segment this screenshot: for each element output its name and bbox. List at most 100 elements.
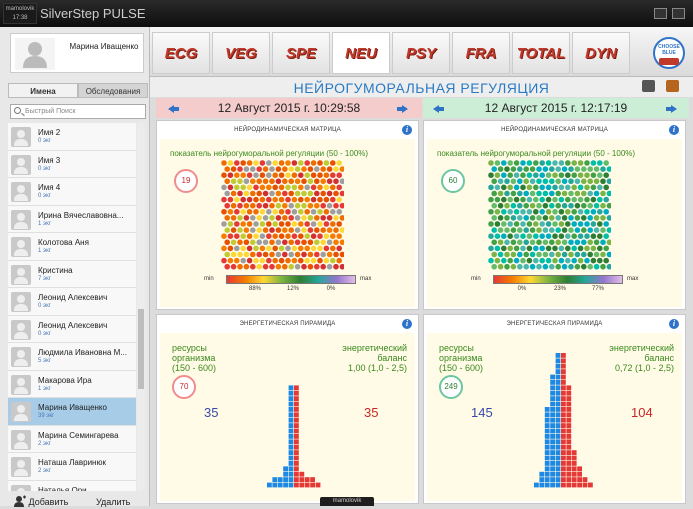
patient-item[interactable]: Леонид Алексевич 0 экг — [8, 288, 136, 316]
pyramid-red-cell — [561, 363, 566, 369]
patient-item[interactable]: Марина Иващенко 39 экг — [8, 398, 136, 426]
next-arrow-icon[interactable] — [397, 105, 408, 113]
pyramid-blue-cell — [544, 471, 550, 477]
patient-item[interactable]: Имя 40 экг — [8, 178, 136, 206]
matrix-cell — [507, 208, 514, 215]
tab-spe[interactable]: SPE — [272, 32, 330, 74]
matrix-cell — [332, 226, 340, 234]
patient-item[interactable]: Наташа Лавринюк 2 экг — [8, 453, 136, 481]
matrix-cell — [335, 172, 343, 179]
matrix-cell — [262, 251, 269, 258]
patient-item[interactable]: Наталья Ори... — [8, 481, 136, 491]
panel-header: НЕЙРОДИНАМИЧЕСКАЯ МАТРИЦА — [234, 127, 341, 133]
patient-item[interactable]: Макарова Ира 1 экг — [8, 371, 136, 398]
matrix-cell — [284, 196, 292, 203]
matrix-cell — [291, 257, 298, 264]
tab-veg[interactable]: VEG — [212, 32, 270, 74]
info-icon[interactable]: i — [669, 319, 679, 329]
matrix-cell — [329, 172, 337, 179]
delete-patient-button[interactable]: Удалить — [96, 495, 130, 509]
matrix-cell — [596, 245, 604, 252]
matrix-cell — [265, 159, 272, 167]
patient-item[interactable]: Людмила Ивановна М... 5 экг — [8, 343, 136, 371]
matrix-cell — [272, 172, 279, 179]
matrix-cell — [564, 245, 572, 252]
next-arrow-icon[interactable] — [666, 105, 677, 113]
profile-card[interactable]: Марина Иващенко — [10, 33, 144, 73]
matrix-cell — [583, 184, 591, 191]
hex-matrix — [220, 159, 344, 270]
book-icon[interactable] — [666, 80, 679, 92]
matrix-cell — [529, 165, 536, 173]
matrix-cell — [272, 208, 279, 215]
matrix-cell — [252, 208, 260, 215]
matrix-cell — [558, 208, 565, 215]
matrix-cell — [220, 220, 228, 228]
tab-dyn[interactable]: DYN — [572, 32, 630, 74]
matrix-cell — [265, 208, 272, 215]
right-date: 12 Август 2015 г. 12:17:19 — [484, 101, 628, 115]
patient-item[interactable]: Марина Семингарева 2 экг — [8, 426, 136, 453]
search-input[interactable]: Быстрый Поиск — [10, 104, 146, 119]
matrix-cell — [335, 220, 343, 228]
pyramid-red-cell — [566, 390, 572, 396]
matrix-cell — [316, 232, 324, 240]
pyramid-red-cell — [294, 401, 299, 407]
tab-ecg[interactable]: ECG — [152, 32, 210, 74]
tab-neu[interactable]: NEU — [332, 32, 390, 74]
patient-item[interactable]: Имя 30 экг — [8, 151, 136, 178]
pyramid-red-cell — [577, 482, 582, 488]
matrix-cell — [294, 178, 301, 185]
tab-psy[interactable]: PSY — [392, 32, 450, 74]
tab-fra[interactable]: FRA — [452, 32, 510, 74]
matrix-cell — [564, 208, 572, 215]
matrix-cell — [227, 196, 234, 203]
pyramid-red-cell — [566, 417, 572, 423]
matrix-cell — [246, 245, 253, 252]
scrollbar[interactable] — [137, 123, 145, 491]
app-title: SilverStep PULSE — [40, 6, 146, 21]
print-icon[interactable] — [642, 80, 655, 92]
pyramid-blue-cell — [550, 444, 555, 450]
matrix-cell — [326, 214, 333, 222]
right-date-bar: 12 Август 2015 г. 12:17:19 — [423, 98, 689, 118]
patient-item[interactable]: Леонид Алексевич 0 экг — [8, 316, 136, 343]
tab-examinations[interactable]: Обследования — [78, 83, 148, 98]
matrix-cell — [596, 196, 604, 203]
legend-percent: 0% — [326, 286, 336, 292]
patient-item[interactable]: Ирина Вячеславовна... 1 экг — [8, 206, 136, 233]
page-title: НЕЙРОГУМОРАЛЬНАЯ РЕГУЛЯЦИЯ — [293, 80, 550, 96]
matrix-cell — [564, 196, 572, 203]
matrix-cell — [567, 263, 575, 270]
info-icon[interactable]: i — [402, 319, 412, 329]
matrix-cell — [297, 245, 305, 252]
matrix-cell — [265, 196, 272, 203]
scrollbar-thumb[interactable] — [138, 309, 144, 389]
left-date: 12 Август 2015 г. 10:29:58 — [217, 101, 361, 115]
pyramid-red-cell — [561, 374, 566, 380]
info-icon[interactable]: i — [669, 125, 679, 135]
matrix-cell — [551, 220, 559, 228]
add-patient-button[interactable]: Добавить — [14, 495, 68, 509]
pyramid-red-cell — [561, 428, 566, 434]
matrix-cell — [259, 196, 266, 203]
tab-total[interactable]: TOTAL — [512, 32, 570, 74]
patient-item[interactable]: Колотова Аня 1 экг — [8, 233, 136, 261]
red-count: 104 — [631, 405, 653, 420]
patient-item[interactable]: Кристина 7 экг — [8, 261, 136, 288]
matrix-cell — [539, 184, 546, 191]
matrix-cell — [487, 232, 495, 240]
matrix-cell — [535, 226, 543, 234]
tab-names[interactable]: Имена — [8, 83, 78, 98]
matrix-cell — [294, 190, 301, 197]
pyramid-blue-cell — [555, 374, 561, 380]
patient-item[interactable]: Имя 20 экг — [8, 123, 136, 151]
minimize-button[interactable] — [654, 8, 667, 19]
matrix-cell — [539, 196, 546, 203]
matrix-cell — [519, 232, 527, 240]
matrix-cell — [256, 165, 263, 173]
info-icon[interactable]: i — [402, 125, 412, 135]
matrix-cell — [583, 196, 591, 203]
matrix-cell — [310, 220, 317, 228]
maximize-button[interactable] — [672, 8, 685, 19]
